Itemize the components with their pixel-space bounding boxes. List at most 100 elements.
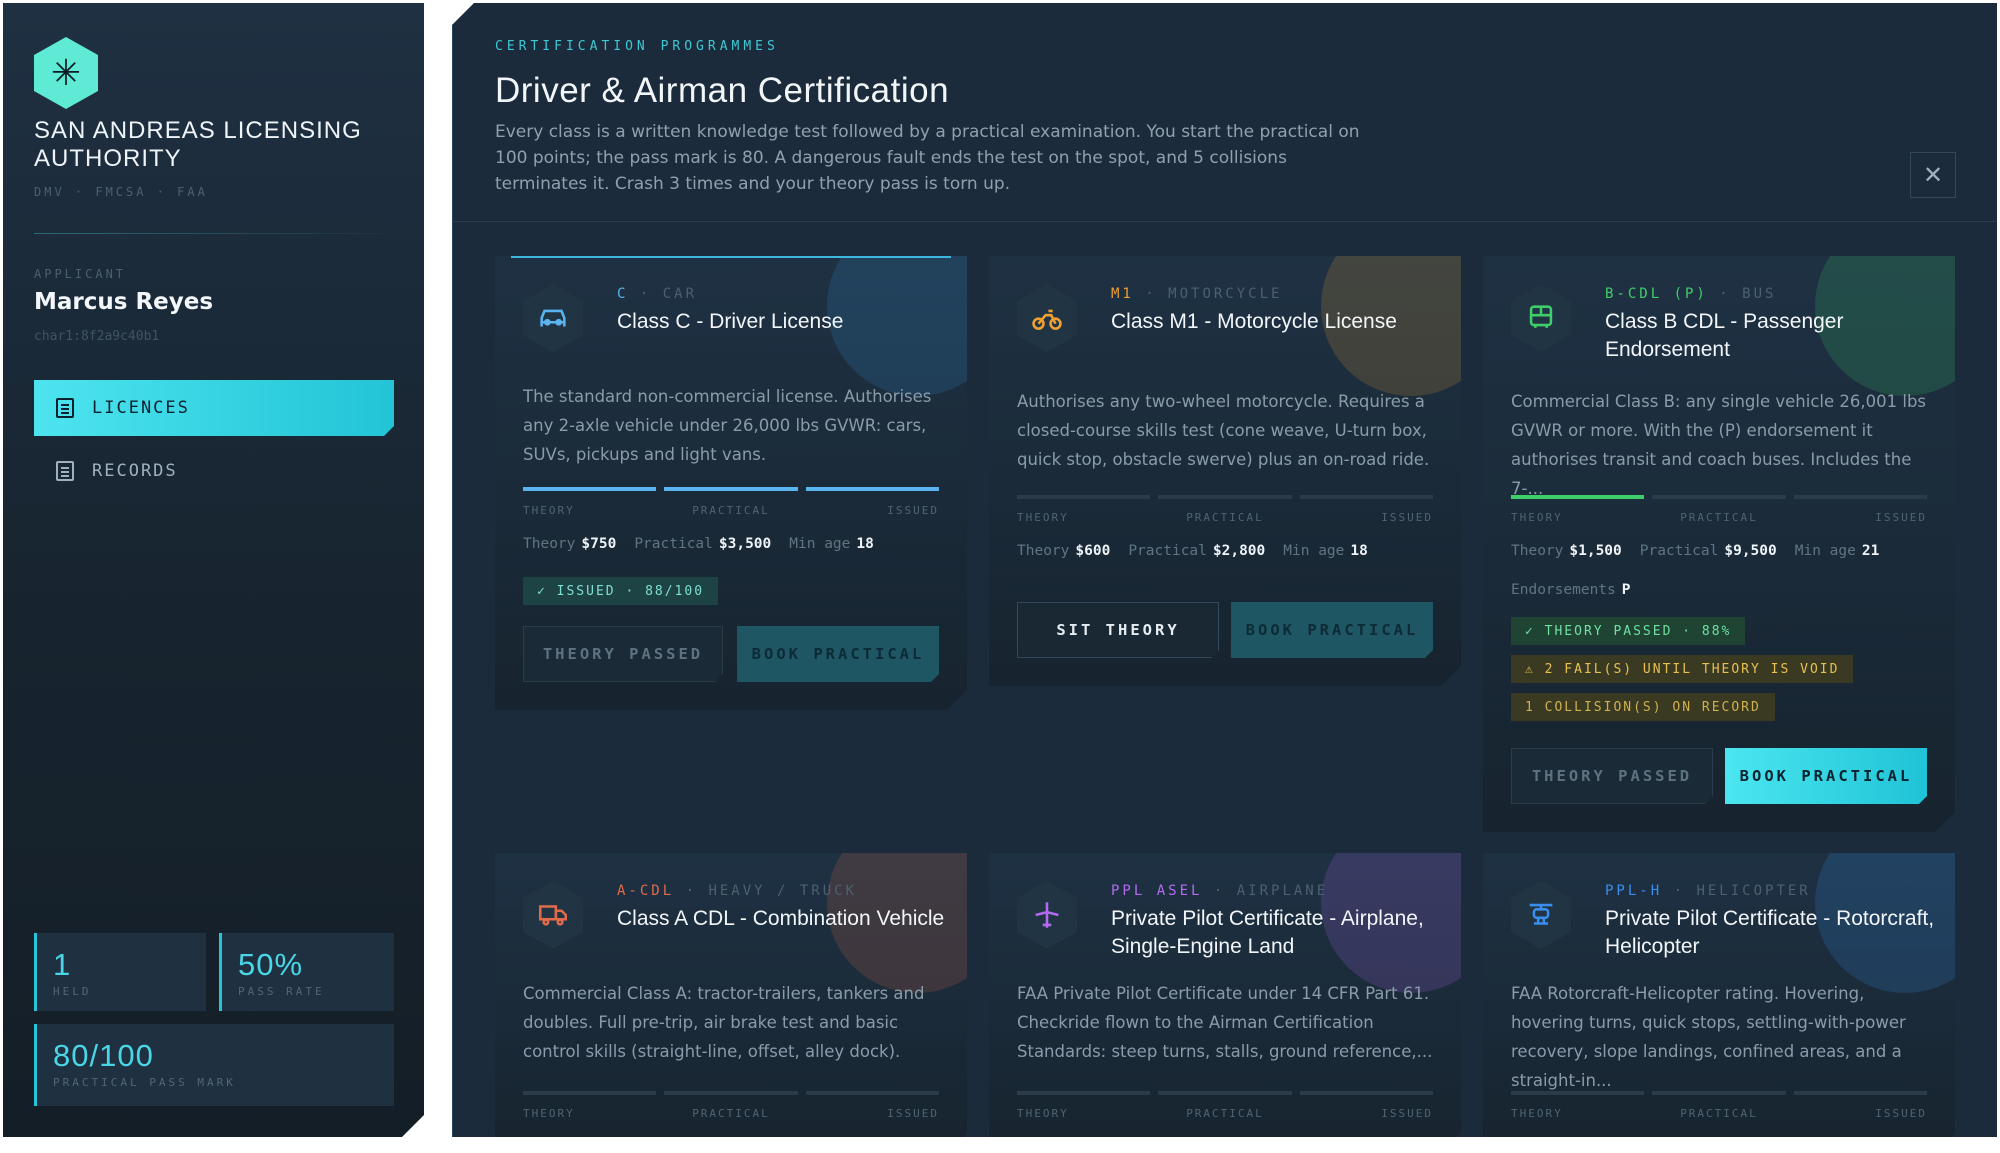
stage-labels: THEORY PRACTICAL ISSUED [523,504,939,517]
page-eyebrow: CERTIFICATION PROGRAMMES [495,39,779,54]
stage-bar-theory [523,1091,656,1095]
stat-label: PASS RATE [238,985,325,998]
stage-bar-issued [806,1091,939,1095]
stage-label: PRACTICAL [692,1107,770,1120]
close-icon: ✕ [1922,161,1944,189]
divider [34,233,384,234]
card-title: Class A CDL - Combination Vehicle [617,907,945,930]
stat-value: 1 [53,947,72,982]
applicant-label: APPLICANT [34,267,127,281]
stage-labels: THEORY PRACTICAL ISSUED [1017,511,1433,524]
licence-card-ppl-asel[interactable]: PPL ASEL · AIRPLANE Private Pilot Certif… [989,853,1461,1153]
stage-progress [523,1091,939,1095]
theory-passed-badge: ✓ THEORY PASSED · 88% [1511,617,1745,645]
issued-badge: ✓ ISSUED · 88/100 [523,577,718,605]
stage-bar-practical [1652,1091,1785,1095]
stage-bar-issued [806,487,939,491]
stage-bar-practical [664,1091,797,1095]
card-title: Class C - Driver License [617,310,844,333]
stage-label: PRACTICAL [1680,511,1758,524]
page-title: Driver & Airman Certification [495,71,950,110]
stage-bar-theory [1511,495,1644,499]
stage-bar-issued [1300,495,1433,499]
card-endorsements: Endorsements P [1511,582,1631,598]
stage-bar-issued [1794,1091,1927,1095]
card-code: PPL ASEL · AIRPLANE [1111,883,1329,899]
stage-bar-practical [664,487,797,491]
nav-item-records[interactable]: RECORDS [34,443,394,499]
card-title: Private Pilot Certificate - Airplane, Si… [1111,907,1424,958]
theory-passed-button[interactable]: THEORY PASSED [1511,748,1713,804]
card-code: A-CDL · HEAVY / TRUCK [617,883,858,899]
stat-label: HELD [53,985,92,998]
stage-progress [523,487,939,491]
stage-label: THEORY [1511,1107,1563,1120]
stage-progress [1017,495,1433,499]
card-description: Commercial Class A: tractor-trailers, ta… [523,984,925,1061]
stage-bar-practical [1158,1091,1291,1095]
stage-bar-issued [1300,1091,1433,1095]
authority-logo-icon: ✳ [34,37,98,109]
stage-label: ISSUED [1381,1107,1433,1120]
stage-label: PRACTICAL [1680,1107,1758,1120]
stage-label: ISSUED [1875,1107,1927,1120]
stage-label: THEORY [1017,1107,1069,1120]
stage-label: THEORY [1017,511,1069,524]
stage-bar-issued [1794,495,1927,499]
nav-item-licences[interactable]: LICENCES [34,380,394,436]
card-code: M1 · MOTORCYCLE [1111,286,1283,302]
card-description: The standard non-commercial license. Aut… [523,387,932,464]
stage-label: ISSUED [887,1107,939,1120]
book-practical-button[interactable]: BOOK PRACTICAL [1231,602,1433,658]
nav-label: RECORDS [92,461,178,481]
stage-labels: THEORY PRACTICAL ISSUED [1511,1107,1927,1120]
stage-bar-theory [1017,1091,1150,1095]
stage-label: THEORY [523,504,575,517]
stage-labels: THEORY PRACTICAL ISSUED [1511,511,1927,524]
card-fees: Theory $750 Practical $3,500 Min age 18 [523,536,874,552]
stage-progress [1511,1091,1927,1095]
licence-card-ppl-h[interactable]: PPL-H · HELICOPTER Private Pilot Certifi… [1483,853,1955,1153]
licence-card-class-c[interactable]: C · CAR Class C - Driver License The sta… [495,256,967,710]
page-description: Every class is a written knowledge test … [495,122,1360,194]
card-description: Commercial Class B: any single vehicle 2… [1511,392,1927,498]
stage-labels: THEORY PRACTICAL ISSUED [1017,1107,1433,1120]
truck-icon [523,881,583,949]
stage-bar-theory [523,487,656,491]
motorcycle-icon [1017,284,1077,352]
stage-bar-practical [1158,495,1291,499]
stat-label: PRACTICAL PASS MARK [53,1076,236,1089]
helicopter-icon [1511,881,1571,949]
airplane-icon [1017,881,1077,949]
stage-labels: THEORY PRACTICAL ISSUED [523,1107,939,1120]
book-practical-button[interactable]: BOOK PRACTICAL [737,626,939,682]
document-icon [56,398,74,418]
sidebar: ✳ San Andreas Licensing Authority DMV · … [3,3,424,1137]
bus-icon [1511,284,1571,352]
stage-bar-theory [1017,495,1150,499]
applicant-name: Marcus Reyes [34,289,214,315]
main-panel: CERTIFICATION PROGRAMMES Driver & Airman… [452,3,1997,1137]
org-name: San Andreas Licensing Authority [34,117,362,172]
close-button[interactable]: ✕ [1910,152,1956,198]
theory-passed-button[interactable]: THEORY PASSED [523,626,723,682]
sit-theory-button[interactable]: SIT THEORY [1017,602,1219,658]
licence-card-class-m1[interactable]: M1 · MOTORCYCLE Class M1 - Motorcycle Li… [989,256,1461,686]
card-fees: Theory $600 Practical $2,800 Min age 18 [1017,543,1368,559]
stage-label: PRACTICAL [1186,511,1264,524]
licence-card-class-a-cdl[interactable]: A-CDL · HEAVY / TRUCK Class A CDL - Comb… [495,853,967,1153]
card-description: FAA Private Pilot Certificate under 14 C… [1017,984,1433,1061]
card-title: Class B CDL - Passenger Endorsement [1605,310,1844,361]
stage-label: THEORY [523,1107,575,1120]
stat-held: 1 HELD [34,933,206,1011]
book-practical-button[interactable]: BOOK PRACTICAL [1725,748,1927,804]
stat-value: 50% [238,947,304,982]
card-code: PPL-H · HELICOPTER [1605,883,1811,899]
card-title: Class M1 - Motorcycle License [1111,310,1397,333]
collision-badge: 1 COLLISION(S) ON RECORD [1511,693,1775,721]
stage-bar-practical [1652,495,1785,499]
card-description: Authorises any two-wheel motorcycle. Req… [1017,392,1430,469]
card-code: B-CDL (P) · BUS [1605,286,1777,302]
stat-value: 80/100 [53,1038,154,1073]
licence-card-class-b-cdl[interactable]: B-CDL (P) · BUS Class B CDL - Passenger … [1483,256,1955,832]
